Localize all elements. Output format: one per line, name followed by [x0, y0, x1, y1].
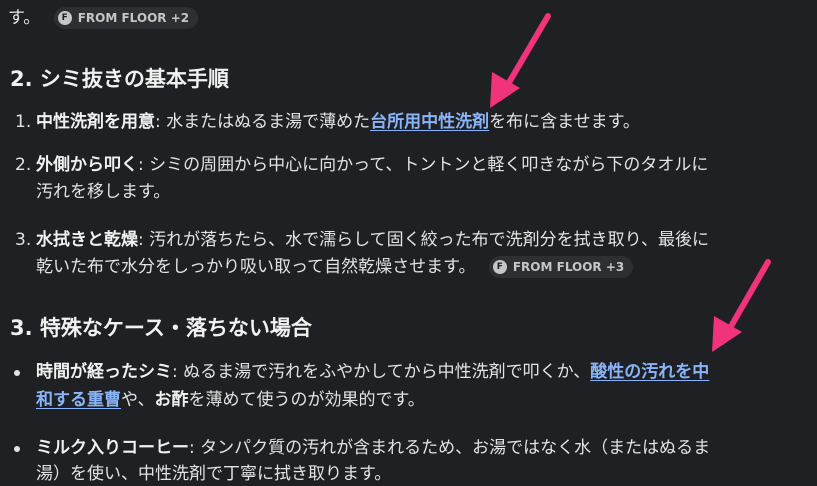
kitchen-detergent-link[interactable]: 台所用中性洗剤: [370, 112, 489, 132]
item-number: 3.: [15, 230, 32, 250]
baking-soda-link[interactable]: 酸性の汚れを中: [590, 362, 709, 382]
item-text: : ぬるま湯で汚れをふやかしてから中性洗剤で叩くか、: [172, 362, 591, 382]
item-text-line2: 乾いた布で水分をしっかり吸い取って自然乾燥させます。 F FROM FLOOR …: [36, 255, 634, 279]
item-text: : シミの周囲から中心に向かって、トントンと軽く叩きながら下のタオルに: [138, 155, 709, 175]
bullet-icon: [14, 370, 20, 376]
top-line: す。 F FROM FLOOR +2: [8, 6, 199, 30]
source-chip[interactable]: F FROM FLOOR +3: [488, 256, 634, 278]
item-text: : 汚れが落ちたら、水で濡らして固く絞った布で洗剤分を拭き取り、最後に: [138, 230, 709, 250]
item-text-line2: 湯）を使い、中性洗剤で丁寧に拭き取ります。: [36, 464, 392, 484]
item-text: 乾いた布で水分をしっかり吸い取って自然乾燥させます。: [36, 257, 476, 277]
bullet-icon: [14, 446, 20, 452]
list-item: 時間が経ったシミ: ぬるま湯で汚れをふやかしてから中性洗剤で叩くか、酸性の汚れを…: [36, 360, 709, 384]
item-text-line2: 和する重曹や、お酢を薄めて使うのが効果的です。: [36, 388, 425, 412]
item-text: : 水またはぬるま湯で薄めた: [155, 112, 371, 132]
item-title: 中性洗剤を用意: [36, 112, 155, 132]
section3-heading: 3. 特殊なケース・落ちない場合: [10, 316, 312, 340]
floor-logo-icon: F: [492, 260, 507, 274]
item-text: を薄めて使うのが効果的です。: [188, 390, 425, 410]
item-text-line2: 汚れを移します。: [36, 182, 171, 202]
list-item: ミルク入りコーヒー: タンパク質の汚れが含まれるため、お湯ではなく水（またはぬる…: [36, 436, 710, 460]
item-title: 時間が経ったシミ: [36, 362, 172, 382]
vinegar-text: お酢: [154, 390, 189, 410]
floor-logo-icon: F: [57, 11, 72, 25]
list-item: 水拭きと乾燥: 汚れが落ちたら、水で濡らして固く絞った布で洗剤分を拭き取り、最後…: [36, 228, 709, 252]
item-title: 水拭きと乾燥: [36, 230, 138, 250]
item-title: ミルク入りコーヒー: [36, 438, 189, 458]
item-text: を布に含ませます。: [489, 112, 640, 132]
pink-arrow-icon: [712, 259, 771, 352]
baking-soda-link-cont[interactable]: 和する重曹: [36, 390, 121, 410]
item-number: 2.: [15, 155, 32, 175]
section2-heading: 2. シミ抜きの基本手順: [10, 67, 229, 91]
item-title: 外側から叩く: [36, 155, 138, 175]
response-content: す。 F FROM FLOOR +2 2. シミ抜きの基本手順 1. 中性洗剤を…: [0, 0, 817, 484]
pink-arrow-icon: [490, 13, 551, 108]
item-text: : タンパク質の汚れが含まれるため、お湯ではなく水（またはぬるま: [189, 438, 711, 458]
source-chip-label: FROM FLOOR +2: [77, 11, 190, 25]
item-text: や、: [121, 390, 155, 410]
top-text: す。: [8, 8, 41, 28]
item-number: 1.: [15, 112, 32, 132]
source-chip[interactable]: F FROM FLOOR +2: [53, 7, 199, 29]
list-item: 中性洗剤を用意: 水またはぬるま湯で薄めた台所用中性洗剤を布に含ませます。: [36, 110, 640, 134]
source-chip-label: FROM FLOOR +3: [512, 260, 625, 274]
list-item: 外側から叩く: シミの周囲から中心に向かって、トントンと軽く叩きながら下のタオル…: [36, 153, 708, 177]
